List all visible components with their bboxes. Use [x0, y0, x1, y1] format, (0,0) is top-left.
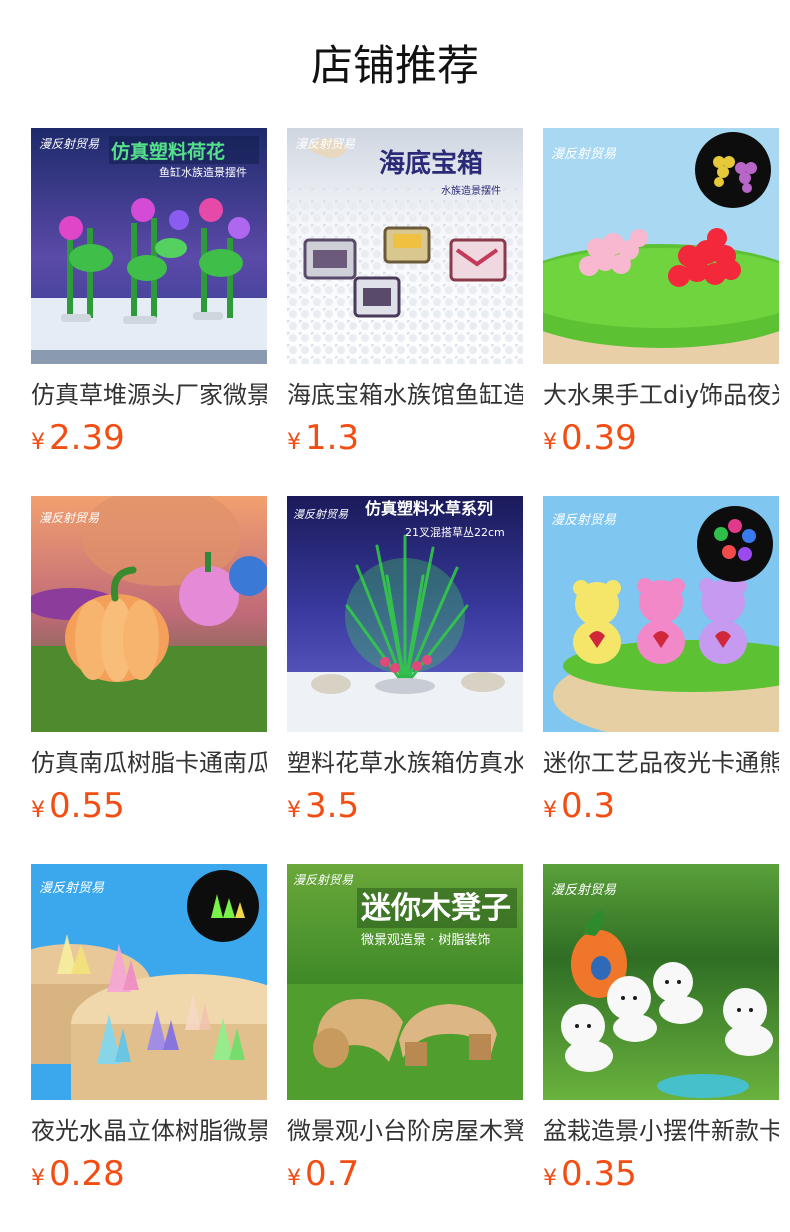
- product-image[interactable]: 漫反射贸易: [31, 864, 267, 1100]
- product-card[interactable]: 漫反射贸易 夜光水晶立体树脂微景观摆件 ¥0.28: [31, 864, 267, 1232]
- price-value: 2.39: [49, 418, 125, 458]
- product-name[interactable]: 海底宝箱水族馆鱼缸造景摆件: [287, 378, 523, 412]
- product-card[interactable]: 漫反射贸易 盆栽造景小摆件新款卡通小狗 ¥0.35: [543, 864, 779, 1232]
- product-image[interactable]: 漫反射贸易: [31, 496, 267, 732]
- product-price: ¥0.39: [543, 416, 779, 460]
- svg-text:漫反射贸易: 漫反射贸易: [551, 513, 617, 528]
- currency-symbol: ¥: [31, 430, 45, 455]
- price-value: 0.28: [49, 1154, 125, 1194]
- svg-text:仿真塑料荷花: 仿真塑料荷花: [111, 140, 225, 163]
- svg-text:鱼缸水族造景摆件: 鱼缸水族造景摆件: [159, 165, 247, 179]
- product-name[interactable]: 夜光水晶立体树脂微景观摆件: [31, 1114, 267, 1148]
- price-value: 0.55: [49, 786, 125, 826]
- product-grid: 仿真塑料荷花 鱼缸水族造景摆件 漫反射贸易 仿真草堆源头厂家微景观鱼缸造景 ¥2…: [31, 128, 779, 1232]
- product-price: ¥2.39: [31, 416, 267, 460]
- product-price: ¥3.5: [287, 784, 523, 828]
- product-card[interactable]: 仿真塑料荷花 鱼缸水族造景摆件 漫反射贸易 仿真草堆源头厂家微景观鱼缸造景 ¥2…: [31, 128, 267, 496]
- product-image[interactable]: 海底宝箱 水族造景摆件 漫反射贸易: [287, 128, 523, 364]
- product-card[interactable]: 海底宝箱 水族造景摆件 漫反射贸易 海底宝箱水族馆鱼缸造景摆件 ¥1.3: [287, 128, 523, 496]
- product-name[interactable]: 仿真南瓜树脂卡通南瓜摆件: [31, 746, 267, 780]
- product-image[interactable]: 仿真塑料荷花 鱼缸水族造景摆件 漫反射贸易: [31, 128, 267, 364]
- svg-text:海底宝箱: 海底宝箱: [379, 148, 483, 179]
- product-image[interactable]: 迷你木凳子 微景观造景 · 树脂装饰 漫反射贸易: [287, 864, 523, 1100]
- svg-text:漫反射贸易: 漫反射贸易: [39, 881, 105, 896]
- product-card[interactable]: 漫反射贸易 仿真南瓜树脂卡通南瓜摆件 ¥0.55: [31, 496, 267, 864]
- svg-text:漫反射贸易: 漫反射贸易: [293, 508, 349, 521]
- product-price: ¥0.55: [31, 784, 267, 828]
- currency-symbol: ¥: [287, 430, 301, 455]
- product-card[interactable]: 漫反射贸易 迷你工艺品夜光卡通熊摆件 ¥0.3: [543, 496, 779, 864]
- section-title: 店铺推荐: [310, 41, 479, 90]
- svg-text:微景观造景 · 树脂装饰: 微景观造景 · 树脂装饰: [361, 933, 490, 948]
- product-card[interactable]: 仿真塑料水草系列 21叉混搭草丛22cm 漫反射贸易 塑料花草水族箱仿真水草造景…: [287, 496, 523, 864]
- price-value: 3.5: [305, 786, 360, 826]
- product-price: ¥0.35: [543, 1152, 779, 1196]
- svg-text:漫反射贸易: 漫反射贸易: [39, 511, 100, 525]
- price-value: 0.7: [305, 1154, 360, 1194]
- svg-text:漫反射贸易: 漫反射贸易: [293, 873, 354, 887]
- svg-text:迷你木凳子: 迷你木凳子: [361, 891, 511, 926]
- product-image[interactable]: 漫反射贸易: [543, 496, 779, 732]
- price-value: 0.35: [561, 1154, 637, 1194]
- product-card[interactable]: 迷你木凳子 微景观造景 · 树脂装饰 漫反射贸易 微景观小台阶房屋木凳子摆件 ¥…: [287, 864, 523, 1232]
- product-card[interactable]: 漫反射贸易 大水果手工diy饰品夜光葡萄 ¥0.39: [543, 128, 779, 496]
- product-name[interactable]: 迷你工艺品夜光卡通熊摆件: [543, 746, 779, 780]
- svg-text:漫反射贸易: 漫反射贸易: [39, 137, 100, 151]
- svg-text:水族造景摆件: 水族造景摆件: [441, 184, 501, 197]
- currency-symbol: ¥: [543, 430, 557, 455]
- product-image[interactable]: 漫反射贸易: [543, 864, 779, 1100]
- price-value: 0.3: [561, 786, 616, 826]
- currency-symbol: ¥: [287, 1166, 301, 1191]
- currency-symbol: ¥: [287, 798, 301, 823]
- price-value: 1.3: [305, 418, 360, 458]
- product-image[interactable]: 仿真塑料水草系列 21叉混搭草丛22cm 漫反射贸易: [287, 496, 523, 732]
- currency-symbol: ¥: [543, 798, 557, 823]
- product-price: ¥0.7: [287, 1152, 523, 1196]
- price-value: 0.39: [561, 418, 637, 458]
- product-name[interactable]: 大水果手工diy饰品夜光葡萄: [543, 378, 779, 412]
- product-price: ¥0.28: [31, 1152, 267, 1196]
- product-name[interactable]: 盆栽造景小摆件新款卡通小狗: [543, 1114, 779, 1148]
- product-name[interactable]: 微景观小台阶房屋木凳子摆件: [287, 1114, 523, 1148]
- svg-text:漫反射贸易: 漫反射贸易: [551, 147, 617, 162]
- product-price: ¥1.3: [287, 416, 523, 460]
- product-price: ¥0.3: [543, 784, 779, 828]
- currency-symbol: ¥: [31, 1166, 45, 1191]
- product-name[interactable]: 仿真草堆源头厂家微景观鱼缸造景: [31, 378, 267, 412]
- currency-symbol: ¥: [31, 798, 45, 823]
- product-name[interactable]: 塑料花草水族箱仿真水草造景: [287, 746, 523, 780]
- svg-text:21叉混搭草丛22cm: 21叉混搭草丛22cm: [405, 526, 505, 539]
- svg-text:仿真塑料水草系列: 仿真塑料水草系列: [365, 499, 493, 518]
- currency-symbol: ¥: [543, 1166, 557, 1191]
- svg-text:漫反射贸易: 漫反射贸易: [295, 137, 356, 151]
- svg-text:漫反射贸易: 漫反射贸易: [551, 883, 617, 898]
- store-recommend-page: 店铺推荐 仿真塑料荷花 鱼缸水族造景摆件 漫反射贸易 仿真草堆源头厂家微景 ¥ …: [0, 0, 790, 1232]
- product-image[interactable]: 漫反射贸易: [543, 128, 779, 364]
